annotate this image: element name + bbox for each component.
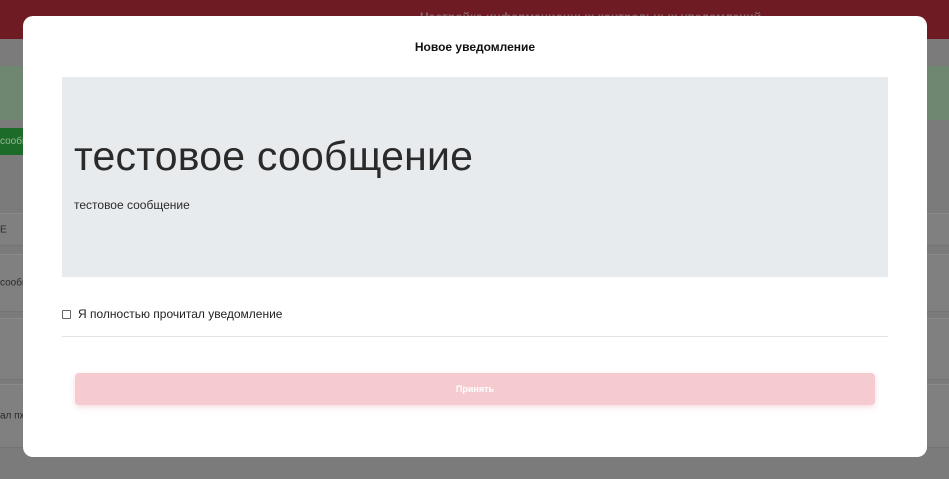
notification-modal: Новое уведомление тестовое сообщение тес… bbox=[23, 16, 927, 457]
message-box: тестовое сообщение тестовое сообщение bbox=[62, 77, 888, 277]
accept-button[interactable]: Принять bbox=[75, 373, 875, 405]
acknowledge-label[interactable]: Я полностью прочитал уведомление bbox=[78, 307, 282, 321]
background-row-text: E bbox=[0, 224, 7, 235]
acknowledge-checkbox[interactable] bbox=[62, 309, 71, 319]
message-body: тестовое сообщение bbox=[74, 198, 190, 212]
acknowledge-row[interactable]: Я полностью прочитал уведомление bbox=[62, 306, 282, 322]
message-heading: тестовое сообщение bbox=[74, 133, 474, 179]
modal-title: Новое уведомление bbox=[414, 40, 536, 54]
divider bbox=[62, 336, 888, 337]
